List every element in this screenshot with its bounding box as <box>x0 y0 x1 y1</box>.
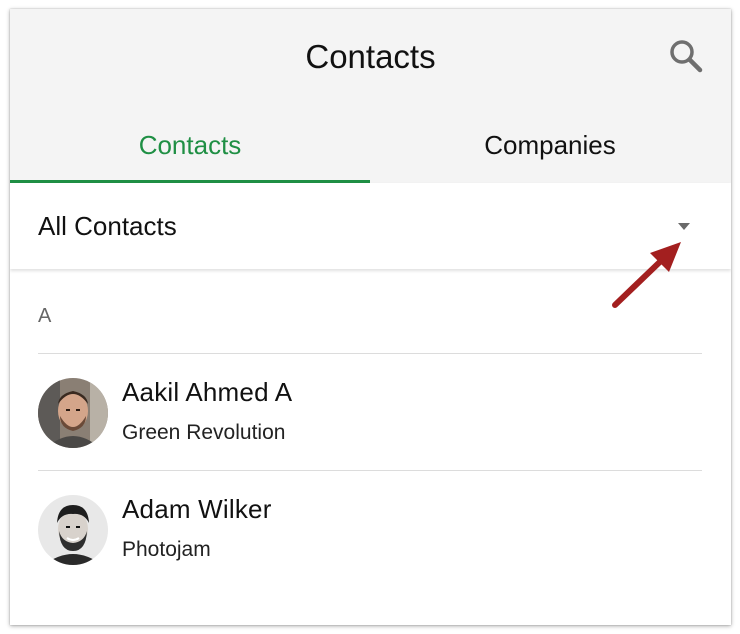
row-divider <box>38 470 702 471</box>
filter-selected-label: All Contacts <box>38 211 177 241</box>
search-button[interactable] <box>666 36 706 76</box>
avatar <box>38 495 108 565</box>
contact-name: Adam Wilker <box>122 494 272 524</box>
contact-company: Photojam <box>122 538 211 561</box>
page-title: Contacts <box>305 38 436 75</box>
annotation-arrow-icon <box>612 242 681 308</box>
tab-companies[interactable]: Companies <box>370 125 730 165</box>
search-icon <box>670 40 703 73</box>
contact-name: Aakil Ahmed A <box>122 377 293 407</box>
contact-company: Green Revolution <box>122 421 286 444</box>
avatar <box>38 378 108 448</box>
section-header-letter: A <box>38 305 52 327</box>
contact-row[interactable]: Aakil Ahmed A Green Revolution <box>10 355 731 471</box>
contact-row[interactable]: Adam Wilker Photojam <box>10 472 731 588</box>
section-divider <box>38 353 702 354</box>
app-header: Contacts Contacts Companies <box>10 9 731 183</box>
tab-contacts[interactable]: Contacts <box>10 125 370 165</box>
app-screen: Contacts Contacts Companies All Contacts… <box>10 9 731 625</box>
